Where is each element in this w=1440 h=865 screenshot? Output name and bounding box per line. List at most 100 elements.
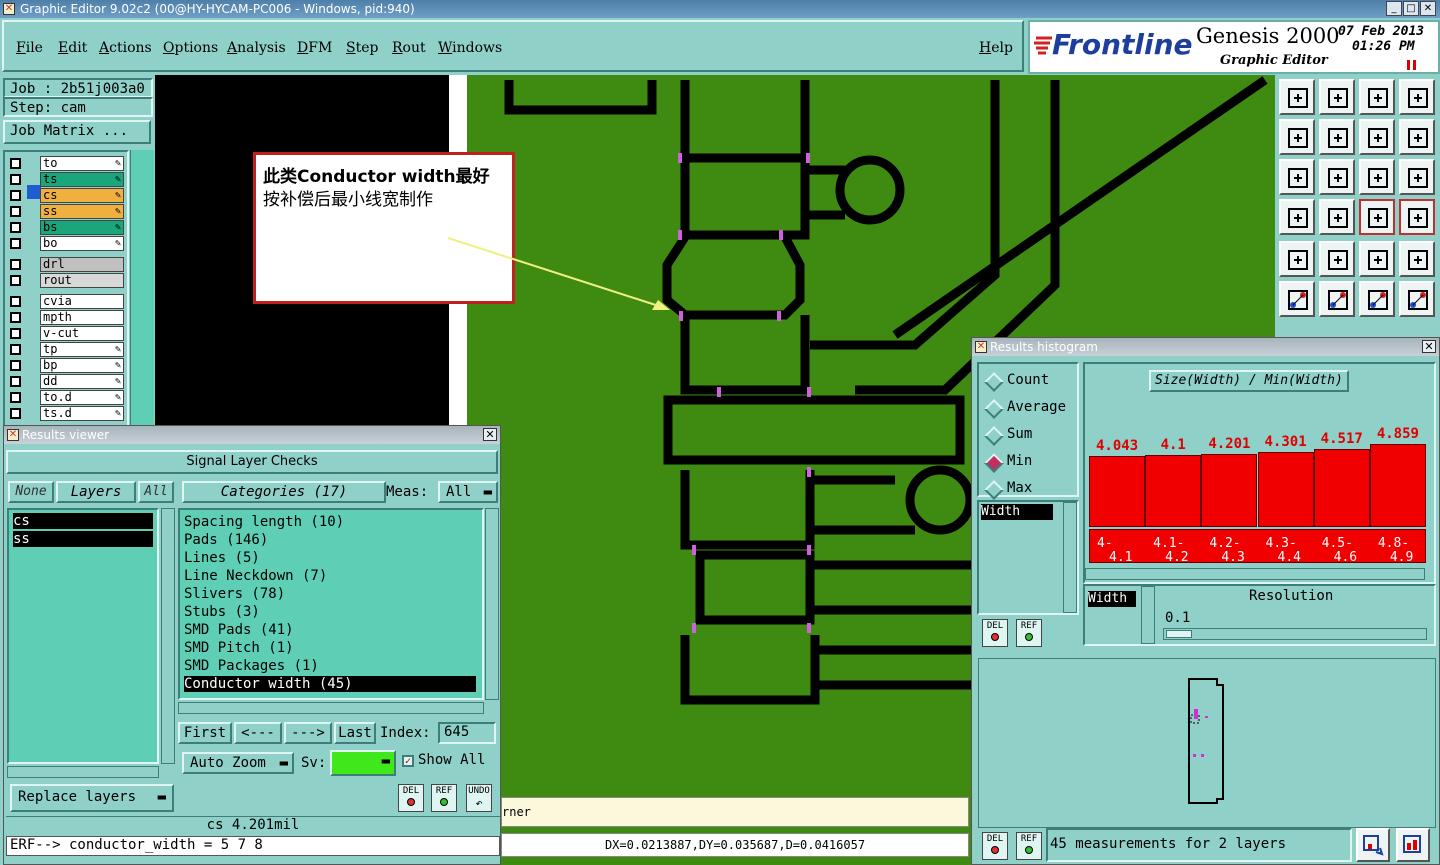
radio-count[interactable]: Count: [979, 372, 1075, 392]
layer-name[interactable]: ss ✎: [40, 204, 124, 219]
histogram-bar[interactable]: [1369, 444, 1426, 527]
layers-button[interactable]: Layers: [56, 481, 136, 503]
layer-name[interactable]: bo ✎: [40, 236, 124, 251]
category-item[interactable]: SMD Pitch (1): [184, 640, 476, 656]
layer-name[interactable]: v-cut: [40, 326, 124, 341]
radio-indicator[interactable]: [984, 426, 1004, 446]
layer-list-vscroll[interactable]: [161, 508, 175, 764]
none-button[interactable]: None: [8, 481, 54, 503]
layer-checkbox[interactable]: [10, 190, 21, 201]
radio-sum[interactable]: Sum: [979, 426, 1075, 446]
results-viewer-close-button[interactable]: ✕: [483, 428, 497, 441]
layer-name[interactable]: cs ✎: [40, 188, 124, 203]
radio-indicator[interactable]: [984, 399, 1004, 419]
menu-options[interactable]: Options: [163, 40, 218, 56]
layer-row-bo[interactable]: bo ✎: [8, 236, 124, 251]
help-tool-button[interactable]: [1399, 159, 1435, 195]
connect-tool-button[interactable]: [1279, 281, 1315, 317]
scale-tool-button[interactable]: [1359, 159, 1395, 195]
layer-checkbox[interactable]: [10, 344, 21, 355]
eraser-tool-button[interactable]: [1319, 241, 1355, 277]
layer-list-scrollbar[interactable]: [130, 150, 154, 430]
radio-max[interactable]: Max: [979, 480, 1075, 500]
layer-name[interactable]: ts.d ✎: [40, 406, 124, 421]
hist-del-button[interactable]: DEL: [982, 619, 1008, 647]
histogram-bar[interactable]: [1089, 456, 1146, 527]
hist-ref-button[interactable]: REF: [1016, 619, 1042, 647]
snap-tool-button[interactable]: [1319, 199, 1355, 235]
histogram-preview[interactable]: [978, 658, 1436, 828]
layer-name[interactable]: rout: [40, 273, 124, 288]
layer-row-ts[interactable]: ts ✎: [8, 172, 124, 187]
layer-row-bs[interactable]: bs ✎: [8, 220, 124, 235]
histogram-close-button[interactable]: ✕: [1422, 340, 1436, 353]
layer-row-tp[interactable]: tp ✎: [8, 342, 124, 357]
resolution-item[interactable]: Width: [1088, 591, 1136, 607]
menu-actions[interactable]: Actions: [99, 40, 152, 56]
select-tool-button[interactable]: [1399, 241, 1435, 277]
histogram-zoom-button[interactable]: [1356, 828, 1390, 862]
histogram-bar[interactable]: [1145, 455, 1202, 527]
flip-tool-button[interactable]: [1399, 119, 1435, 155]
chart-hscroll[interactable]: [1085, 568, 1425, 580]
replace-layers-dropdown[interactable]: Replace layers ▬: [10, 784, 174, 812]
last-button[interactable]: Last: [334, 722, 376, 744]
layer-name[interactable]: cvia: [40, 294, 124, 309]
layer-checkbox[interactable]: [10, 158, 21, 169]
histogram-bar[interactable]: [1313, 449, 1370, 527]
category-item[interactable]: SMD Packages (1): [184, 658, 476, 674]
layer-row-cvia[interactable]: cvia: [8, 294, 124, 309]
resolution-slider[interactable]: [1163, 628, 1427, 640]
layer-row-dd[interactable]: dd ✎: [8, 374, 124, 389]
list-item[interactable]: cs: [13, 513, 153, 529]
layer-name[interactable]: drl: [40, 257, 124, 272]
menu-windows[interactable]: Windows: [438, 40, 502, 56]
auto-zoom-dropdown[interactable]: Auto Zoom ▬: [182, 752, 294, 774]
layer-checkbox[interactable]: [10, 275, 21, 286]
window-tool-button[interactable]: [1399, 79, 1435, 115]
layer-checkbox[interactable]: [10, 174, 21, 185]
menu-analysis[interactable]: Analysis: [227, 40, 286, 56]
item-vscroll[interactable]: [1063, 502, 1077, 613]
menu-dfm[interactable]: DFM: [297, 40, 332, 56]
category-item[interactable]: Pads (146): [184, 532, 476, 548]
layer-checkbox[interactable]: [10, 312, 21, 323]
close-button[interactable]: ✕: [1420, 1, 1436, 16]
fill-tool-button[interactable]: [1279, 241, 1315, 277]
layer-checkbox[interactable]: [10, 222, 21, 233]
category-item[interactable]: Spacing length (10): [184, 514, 476, 530]
layer-row-bp[interactable]: bp ✎: [8, 358, 124, 373]
histogram-bar[interactable]: [1257, 452, 1314, 527]
layer-name[interactable]: bs ✎: [40, 220, 124, 235]
measure-tool-button[interactable]: [1279, 199, 1315, 235]
swap-tool-button[interactable]: [1359, 119, 1395, 155]
save-tool-button[interactable]: [1319, 79, 1355, 115]
route-add-tool-button[interactable]: [1399, 281, 1435, 317]
radio-min[interactable]: Min: [979, 453, 1075, 473]
pause-icon[interactable]: [1407, 60, 1416, 70]
menu-step[interactable]: Step: [346, 40, 378, 56]
layer-checkbox[interactable]: [10, 392, 21, 403]
radio-average[interactable]: Average: [979, 399, 1075, 419]
histogram-bar[interactable]: [1201, 453, 1258, 527]
del-button[interactable]: DEL: [398, 784, 424, 812]
layer-row-ss[interactable]: ss ✎: [8, 204, 124, 219]
layer-row-to[interactable]: to ✎: [8, 156, 124, 171]
layer-row-to.d[interactable]: to.d ✎: [8, 390, 124, 405]
preview-ref-button[interactable]: REF: [1016, 832, 1042, 860]
layer-name[interactable]: to.d ✎: [40, 390, 124, 405]
layer-checkbox[interactable]: [10, 408, 21, 419]
layer-name[interactable]: bp ✎: [40, 358, 124, 373]
measure-item-list[interactable]: Width: [977, 500, 1079, 615]
preview-del-button[interactable]: DEL: [982, 832, 1008, 860]
layer-row-cs[interactable]: cs ✎: [8, 188, 124, 203]
ref-button[interactable]: REF: [431, 784, 457, 812]
layer-name[interactable]: dd ✎: [40, 374, 124, 389]
resolution-vscroll[interactable]: [1141, 586, 1155, 644]
layer-list-hscroll[interactable]: [7, 766, 159, 778]
layer-checkbox[interactable]: [10, 376, 21, 387]
minimize-button[interactable]: _: [1386, 1, 1402, 16]
radio-indicator[interactable]: [984, 372, 1004, 392]
index-field[interactable]: 645: [438, 722, 496, 744]
meas-dropdown[interactable]: All ▬: [438, 481, 498, 503]
